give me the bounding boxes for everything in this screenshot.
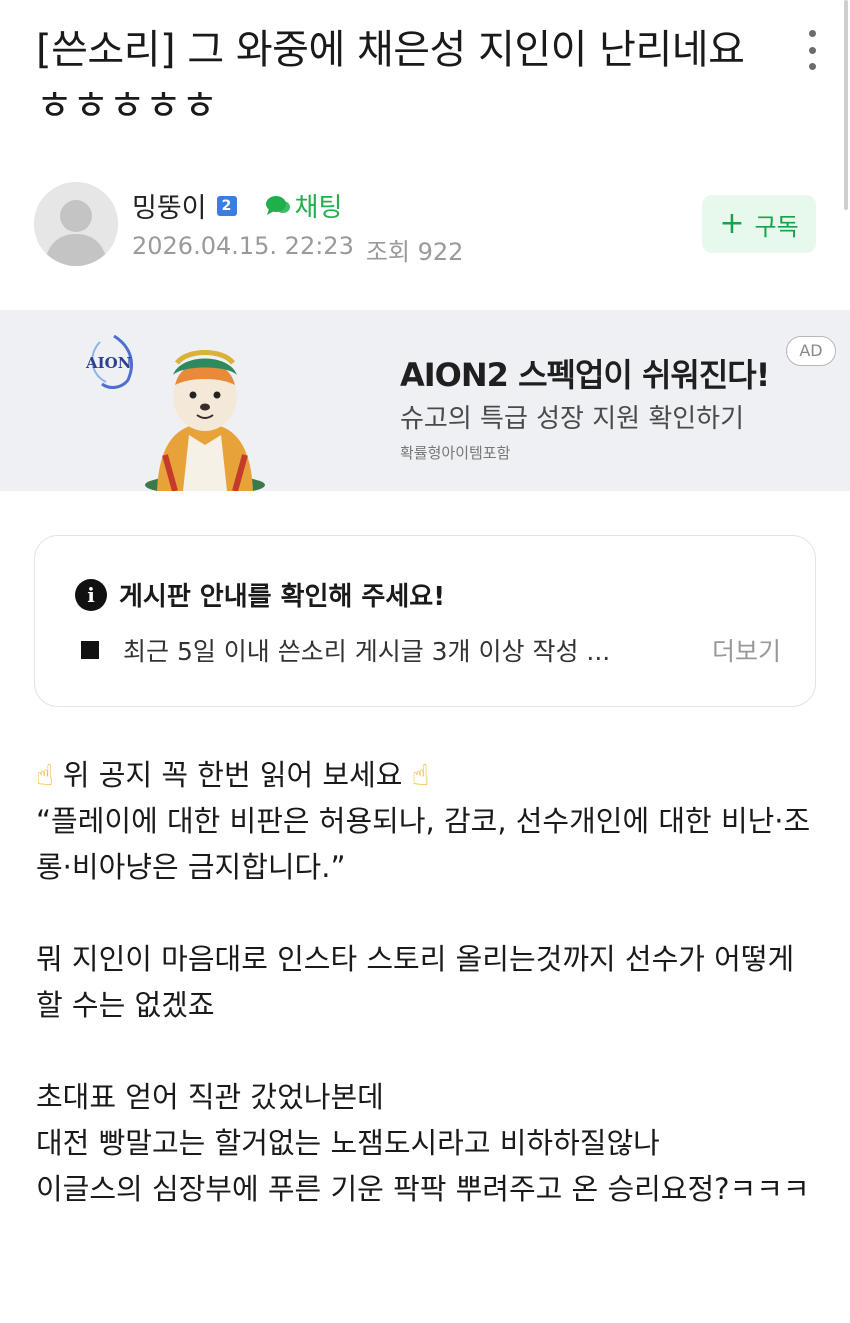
notice-title: 게시판 안내를 확인해 주세요! xyxy=(119,582,446,612)
author-name[interactable]: 밍뚱이 xyxy=(132,186,207,225)
ad-banner[interactable]: AION AION2 스펙업이 쉬워진다! 슈고의 특급 성장 지원 확인하기 … xyxy=(0,310,850,491)
aion-logo-text: AION xyxy=(85,354,132,372)
level-badge: 2 xyxy=(216,195,237,216)
more-link[interactable]: 더보기 xyxy=(712,632,781,668)
body-text-1: 위 공지 꼭 한번 읽어 보세요 xyxy=(62,758,403,792)
body-line-3: 뭐 지인이 마음대로 인스타 스토리 올리는것까지 선수가 어떻게 할 수는 없… xyxy=(36,942,804,1022)
post-body: ☝ 위 공지 꼭 한번 읽어 보세요 ☝ “플레이에 대한 비판은 허용되나, … xyxy=(36,752,816,1212)
more-options-icon[interactable] xyxy=(804,30,820,70)
body-line-4: 초대표 얻어 직관 갔었나본데 xyxy=(36,1080,384,1114)
post-title: [쓴소리] 그 와중에 채은성 지인이 난리네요 ㅎㅎㅎㅎㅎ xyxy=(36,27,745,129)
notice-title-line: i 게시판 안내를 확인해 주세요! xyxy=(75,576,445,613)
body-line-6: 이글스의 심장부에 푸른 기운 팍팍 뿌려주고 온 승리요정?ㅋㅋㅋ xyxy=(36,1172,810,1206)
board-notice[interactable]: i 게시판 안내를 확인해 주세요! 최근 5일 이내 쓴소리 게시글 3개 이… xyxy=(34,535,816,707)
pointing-up-icon: ☝ xyxy=(36,758,54,792)
view-count: 조회 922 xyxy=(365,238,464,266)
ad-subline: 슈고의 특급 성장 지원 확인하기 xyxy=(400,404,745,434)
scrollbar[interactable] xyxy=(842,0,850,1323)
post-header: [쓴소리] 그 와중에 채은성 지인이 난리네요 ㅎㅎㅎㅎㅎ xyxy=(36,22,756,134)
square-bullet-icon xyxy=(81,641,99,659)
post-date: 2026.04.15. 22:23 xyxy=(132,232,354,260)
post-meta: 2026.04.15. 22:23 조회 922 xyxy=(132,232,463,267)
subscribe-label: 구독 xyxy=(754,212,799,241)
author-row: 밍뚱이 2 채팅 2026.04.15. 22:23 조회 922 + 구독 xyxy=(34,182,816,272)
plus-icon: + xyxy=(719,206,745,241)
scrollbar-thumb[interactable] xyxy=(844,0,848,210)
notice-item-line: 최근 5일 이내 쓴소리 게시글 3개 이상 작성 ... 더보기 xyxy=(81,632,781,668)
ad-badge[interactable]: AD xyxy=(786,336,836,366)
notice-item: 최근 5일 이내 쓴소리 게시글 3개 이상 작성 ... xyxy=(123,637,611,666)
subscribe-button[interactable]: + 구독 xyxy=(702,195,816,253)
chat-bubble-icon xyxy=(265,195,290,215)
body-line-5: 대전 빵말고는 할거없는 노잼도시라고 비하하질않나 xyxy=(36,1126,660,1160)
ad-headline: AION2 스펙업이 쉬워진다! xyxy=(400,356,770,394)
avatar[interactable] xyxy=(34,182,118,266)
chat-label: 채팅 xyxy=(294,193,343,223)
pointing-up-icon: ☝ xyxy=(411,758,430,792)
author-name-line: 밍뚱이 2 채팅 xyxy=(132,186,342,225)
info-icon: i xyxy=(75,578,107,611)
body-line-1: ☝ 위 공지 꼭 한번 읽어 보세요 ☝ xyxy=(36,752,816,798)
chat-button[interactable]: 채팅 xyxy=(265,187,343,224)
body-line-2: “플레이에 대한 비판은 허용되나, 감코, 선수개인에 대한 비난·조롱·비아… xyxy=(36,804,811,884)
mascot-image xyxy=(145,350,265,491)
ad-note: 확률형아이템포함 xyxy=(400,444,511,462)
